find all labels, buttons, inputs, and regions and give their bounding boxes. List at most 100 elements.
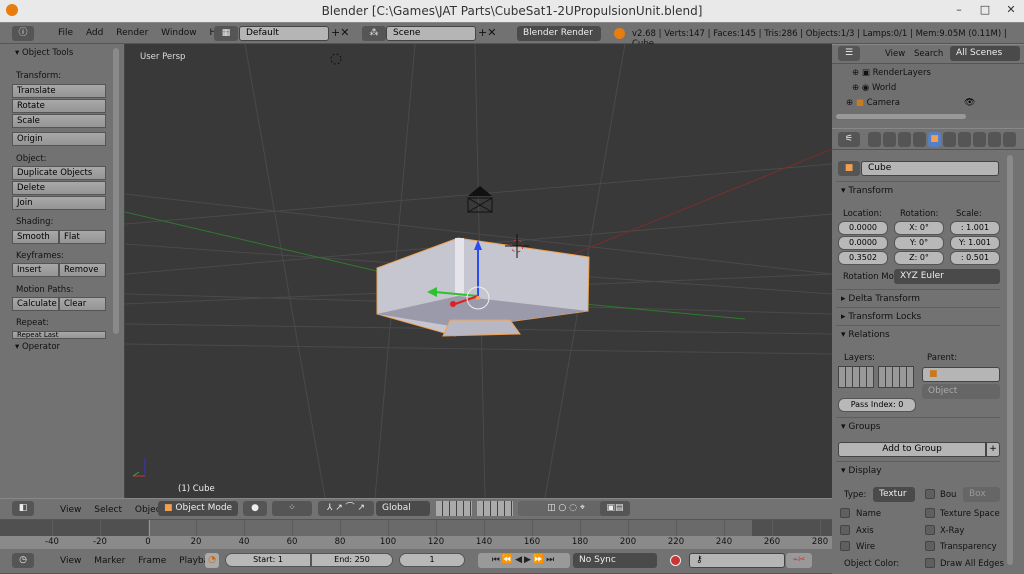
close-button[interactable]: ✕: [998, 0, 1024, 20]
layers-grid-a[interactable]: [838, 366, 874, 388]
draw-all-edges-checkbox[interactable]: [925, 558, 935, 568]
layers-grid-b[interactable]: [878, 366, 914, 388]
menu-frame[interactable]: Frame: [138, 556, 166, 566]
scale-button[interactable]: Scale: [12, 114, 106, 128]
add-layout-icon[interactable]: +✕: [331, 26, 349, 39]
render-layers-tab-icon[interactable]: [883, 132, 896, 147]
rotation-y-field[interactable]: Y: 0°: [894, 236, 944, 250]
rotation-x-field[interactable]: X: 0°: [894, 221, 944, 235]
operator-panel-header[interactable]: ▾ Operator: [15, 342, 60, 352]
outliner-item-camera[interactable]: ⊕ ■ Camera: [846, 98, 900, 108]
parent-field[interactable]: ■: [922, 367, 1000, 382]
axis-checkbox[interactable]: [840, 525, 850, 535]
menu-window[interactable]: Window: [161, 28, 197, 38]
flat-button[interactable]: Flat: [59, 230, 106, 244]
mode-select[interactable]: ■ Object Mode: [158, 501, 238, 516]
texture-space-checkbox[interactable]: [925, 508, 935, 518]
outliner-item-renderlayers[interactable]: ⊕ ▣ RenderLayers: [852, 68, 931, 78]
scale-y-field[interactable]: Y: 1.001: [950, 236, 1000, 250]
add-group-plus-icon[interactable]: +: [986, 442, 1000, 457]
data-tab-icon[interactable]: [973, 132, 986, 147]
start-frame-field[interactable]: Start: 1: [225, 553, 311, 567]
outliner-search-menu[interactable]: Search: [914, 49, 943, 59]
origin-button[interactable]: Origin: [12, 132, 106, 146]
menu-file[interactable]: File: [58, 28, 73, 38]
cube-object[interactable]: [376, 237, 590, 337]
join-button[interactable]: Join: [12, 196, 106, 210]
location-z-field[interactable]: 0.3502: [838, 251, 888, 265]
keying-set-insert-delete-icons[interactable]: ⌁✂: [786, 553, 812, 568]
object-tab-icon[interactable]: ■: [928, 132, 941, 147]
insert-keyframe-button[interactable]: Insert: [12, 263, 59, 277]
end-frame-field[interactable]: End: 250: [311, 553, 393, 567]
camera-object[interactable]: [467, 186, 493, 213]
rotation-mode-select[interactable]: XYZ Euler: [894, 269, 1000, 284]
toolshelf-scrollbar[interactable]: [113, 48, 119, 334]
texture-tab-icon[interactable]: [1003, 132, 1016, 147]
outliner-filter-select[interactable]: All Scenes: [950, 46, 1020, 61]
xray-checkbox[interactable]: [925, 525, 935, 535]
pivot-point-icon[interactable]: ⁘: [272, 501, 312, 516]
outliner-view-menu[interactable]: View: [885, 49, 905, 59]
maximize-button[interactable]: □: [972, 0, 998, 20]
calculate-button[interactable]: Calculate: [12, 297, 59, 311]
outliner-editor-icon[interactable]: ☰: [838, 46, 860, 61]
keying-set-field[interactable]: ⚷: [689, 553, 785, 568]
properties-editor-icon[interactable]: ⚟: [838, 132, 860, 147]
delta-transform-panel-header[interactable]: ▸ Delta Transform: [841, 294, 920, 304]
scene-layers-b[interactable]: [477, 501, 513, 516]
sync-mode-select[interactable]: No Sync: [573, 553, 657, 568]
viewport-canvas[interactable]: [125, 44, 832, 498]
menu-select[interactable]: Select: [94, 505, 122, 515]
opengl-render-icon[interactable]: ▣▤: [600, 501, 630, 516]
menu-view[interactable]: View: [60, 556, 81, 566]
add-scene-icon[interactable]: +✕: [478, 26, 496, 39]
display-panel-header[interactable]: ▾ Display: [841, 466, 882, 476]
current-frame-field[interactable]: 1: [399, 553, 465, 567]
screen-layout-icon[interactable]: ▦: [214, 26, 238, 41]
rotate-button[interactable]: Rotate: [12, 99, 106, 113]
transparency-checkbox[interactable]: [925, 541, 935, 551]
3d-viewport[interactable]: [125, 44, 832, 498]
menu-marker[interactable]: Marker: [94, 556, 125, 566]
modifiers-tab-icon[interactable]: [958, 132, 971, 147]
timeline-editor-icon[interactable]: ◷: [12, 553, 34, 568]
transform-panel-header[interactable]: ▾ Transform: [841, 186, 893, 196]
location-y-field[interactable]: 0.0000: [838, 236, 888, 250]
scale-z-field[interactable]: : 0.501: [950, 251, 1000, 265]
display-type-select[interactable]: Textur: [873, 487, 915, 502]
delete-button[interactable]: Delete: [12, 181, 106, 195]
transform-locks-panel-header[interactable]: ▸ Transform Locks: [841, 312, 921, 322]
parent-type-select[interactable]: Object: [922, 384, 1000, 399]
menu-add[interactable]: Add: [86, 28, 103, 38]
wire-checkbox[interactable]: [840, 541, 850, 551]
record-button[interactable]: [670, 555, 681, 566]
relations-panel-header[interactable]: ▾ Relations: [841, 330, 890, 340]
layout-field[interactable]: Default: [239, 26, 329, 41]
repeat-last-button[interactable]: Repeat Last: [12, 331, 106, 339]
preview-range-icon[interactable]: ◔: [205, 553, 219, 568]
groups-panel-header[interactable]: ▾ Groups: [841, 422, 880, 432]
bounds-type-select[interactable]: Box: [963, 487, 1000, 502]
outliner-scrollbar[interactable]: [836, 114, 966, 119]
scene-field[interactable]: Scene: [386, 26, 476, 41]
material-tab-icon[interactable]: [988, 132, 1001, 147]
transform-orientation-select[interactable]: Global: [376, 501, 430, 516]
smooth-button[interactable]: Smooth: [12, 230, 59, 244]
minimize-button[interactable]: –: [946, 0, 972, 20]
visibility-eye-icon[interactable]: 👁: [964, 98, 975, 108]
properties-scrollbar[interactable]: [1007, 155, 1013, 565]
menu-render[interactable]: Render: [116, 28, 148, 38]
scene-layers-a[interactable]: [436, 501, 472, 516]
duplicate-objects-button[interactable]: Duplicate Objects: [12, 166, 106, 180]
object-tools-panel-header[interactable]: ▾ Object Tools: [15, 48, 73, 58]
world-tab-icon[interactable]: [913, 132, 926, 147]
scene-icon[interactable]: ⁂: [362, 26, 386, 41]
remove-keyframe-button[interactable]: Remove: [59, 263, 106, 277]
outliner-item-world[interactable]: ⊕ ◉ World: [852, 83, 896, 93]
location-x-field[interactable]: 0.0000: [838, 221, 888, 235]
clear-button[interactable]: Clear: [59, 297, 106, 311]
manipulator-icons[interactable]: ⅄ ↗ ⌒ ↗: [318, 501, 374, 516]
menu-view[interactable]: View: [60, 505, 81, 515]
object-name-field[interactable]: Cube: [861, 161, 999, 176]
